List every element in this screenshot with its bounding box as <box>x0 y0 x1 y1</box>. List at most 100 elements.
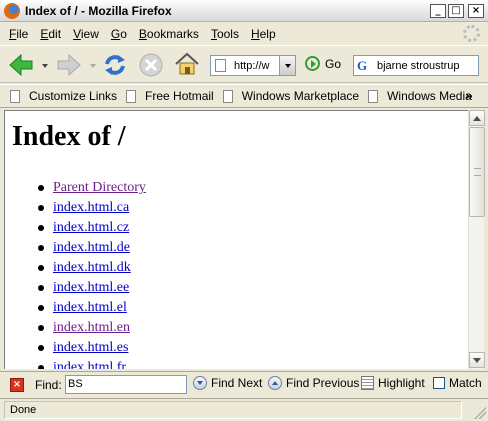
find-next-label: Find Next <box>211 376 263 390</box>
bookmark-page-icon <box>368 89 379 103</box>
menu-file[interactable]: File <box>3 27 34 41</box>
menu-bookmarks[interactable]: Bookmarks <box>133 27 205 41</box>
find-bar: × Find: BS Find Next Find Previous Highl… <box>0 371 488 397</box>
find-next-button[interactable]: Find Next <box>193 376 262 390</box>
highlight-button[interactable]: Highlight <box>361 376 425 390</box>
google-icon[interactable]: G <box>357 58 373 74</box>
menu-view[interactable]: View <box>67 27 105 41</box>
bookmarks-overflow-chevron[interactable]: » <box>465 89 473 103</box>
vertical-scrollbar[interactable] <box>468 110 485 369</box>
close-button[interactable]: × <box>468 4 484 18</box>
menu-go[interactable]: Go <box>105 27 133 41</box>
minimize-button[interactable]: _ <box>430 4 446 18</box>
scroll-down-button[interactable] <box>469 352 485 368</box>
find-label: Find: <box>35 378 62 392</box>
go-arrow-icon <box>305 56 320 71</box>
bookmark-label: Windows Marketplace <box>241 89 360 103</box>
directory-link[interactable]: index.html.es <box>53 340 128 356</box>
match-case-label: Match <box>449 376 482 390</box>
list-item: index.html.de <box>38 238 146 258</box>
arrow-up-icon <box>473 115 481 121</box>
scroll-up-button[interactable] <box>469 110 485 126</box>
home-button[interactable] <box>174 51 200 77</box>
bookmark-page-icon <box>10 89 20 103</box>
bookmark-customize-links[interactable]: Customize Links <box>10 89 117 103</box>
search-input[interactable]: bjarne stroustrup <box>377 60 460 72</box>
forward-history-dropdown[interactable] <box>90 64 96 68</box>
url-history-dropdown[interactable] <box>279 56 295 75</box>
bookmark-page-icon <box>222 89 233 103</box>
directory-link[interactable]: index.html.en <box>53 320 130 336</box>
find-previous-icon <box>268 376 282 390</box>
bookmark-label: Customize Links <box>29 89 118 103</box>
list-item: index.html.en <box>38 318 146 338</box>
go-label: Go <box>325 56 342 71</box>
bookmark-label: Free Hotmail <box>145 89 214 103</box>
list-item: index.html.ca <box>38 198 146 218</box>
firefox-icon <box>4 2 20 19</box>
scroll-thumb[interactable] <box>469 127 485 217</box>
bullet-icon <box>38 185 44 191</box>
throbber-icon <box>463 25 480 42</box>
bullet-icon <box>38 225 44 231</box>
address-bar[interactable]: http://w <box>210 55 296 76</box>
bullet-icon <box>38 205 44 211</box>
search-box[interactable]: G bjarne stroustrup <box>353 55 479 76</box>
match-case-checkbox[interactable] <box>433 377 445 389</box>
bookmark-label: Windows Media <box>387 89 472 103</box>
chevron-down-icon <box>284 63 291 68</box>
directory-link[interactable]: index.html.fr <box>53 360 126 369</box>
page-icon <box>215 59 226 72</box>
directory-link[interactable]: index.html.cz <box>53 220 129 236</box>
bookmark-free-hotmail[interactable]: Free Hotmail <box>126 89 214 103</box>
back-history-dropdown[interactable] <box>42 64 48 68</box>
highlight-icon <box>361 376 374 390</box>
directory-listing: Parent Directory index.html.ca index.html.… <box>38 178 146 369</box>
find-close-button[interactable]: × <box>10 378 24 392</box>
back-button[interactable] <box>8 52 34 78</box>
directory-link[interactable]: index.html.dk <box>53 260 131 276</box>
reload-button[interactable] <box>102 52 128 78</box>
menu-bar: File Edit View Go Bookmarks Tools Help <box>0 23 488 44</box>
find-previous-button[interactable]: Find Previous <box>268 376 359 390</box>
url-input[interactable]: http://w <box>234 60 278 72</box>
directory-link[interactable]: Parent Directory <box>53 180 146 196</box>
find-input[interactable]: BS <box>65 375 187 394</box>
go-button[interactable]: Go <box>305 56 341 71</box>
stop-icon <box>139 53 163 77</box>
forward-button[interactable] <box>56 52 82 78</box>
find-next-icon <box>193 376 207 390</box>
bookmarks-toolbar: Customize Links Free Hotmail Windows Mar… <box>0 84 488 108</box>
menu-help[interactable]: Help <box>245 27 282 41</box>
directory-link[interactable]: index.html.el <box>53 300 127 316</box>
home-icon <box>175 52 199 75</box>
bookmark-windows-marketplace[interactable]: Windows Marketplace <box>222 89 360 103</box>
list-item: Parent Directory <box>38 178 146 198</box>
bullet-icon <box>38 345 44 351</box>
resize-grip-icon[interactable] <box>474 407 486 419</box>
list-item: index.html.es <box>38 338 146 358</box>
back-arrow-icon <box>9 53 33 77</box>
stop-button[interactable] <box>138 52 164 78</box>
bullet-icon <box>38 305 44 311</box>
list-item: index.html.ee <box>38 278 146 298</box>
directory-link[interactable]: index.html.ca <box>53 200 129 216</box>
page-title: Index of / <box>12 121 126 152</box>
bullet-icon <box>38 265 44 271</box>
forward-arrow-icon <box>57 53 81 77</box>
directory-link[interactable]: index.html.de <box>53 240 130 256</box>
title-bar: Index of / - Mozilla Firefox _ □ × <box>0 0 488 22</box>
menu-tools[interactable]: Tools <box>205 27 245 41</box>
bookmark-windows-media[interactable]: Windows Media <box>368 89 472 103</box>
match-case-toggle[interactable]: Match <box>433 376 482 390</box>
menu-edit[interactable]: Edit <box>34 27 67 41</box>
maximize-button[interactable]: □ <box>448 4 464 18</box>
bullet-icon <box>38 285 44 291</box>
bookmark-page-icon <box>126 89 137 103</box>
bullet-icon <box>38 365 44 369</box>
list-item: index.html.fr <box>38 358 146 369</box>
bullet-icon <box>38 325 44 331</box>
directory-link[interactable]: index.html.ee <box>53 280 129 296</box>
arrow-down-icon <box>473 357 481 363</box>
list-item: index.html.cz <box>38 218 146 238</box>
